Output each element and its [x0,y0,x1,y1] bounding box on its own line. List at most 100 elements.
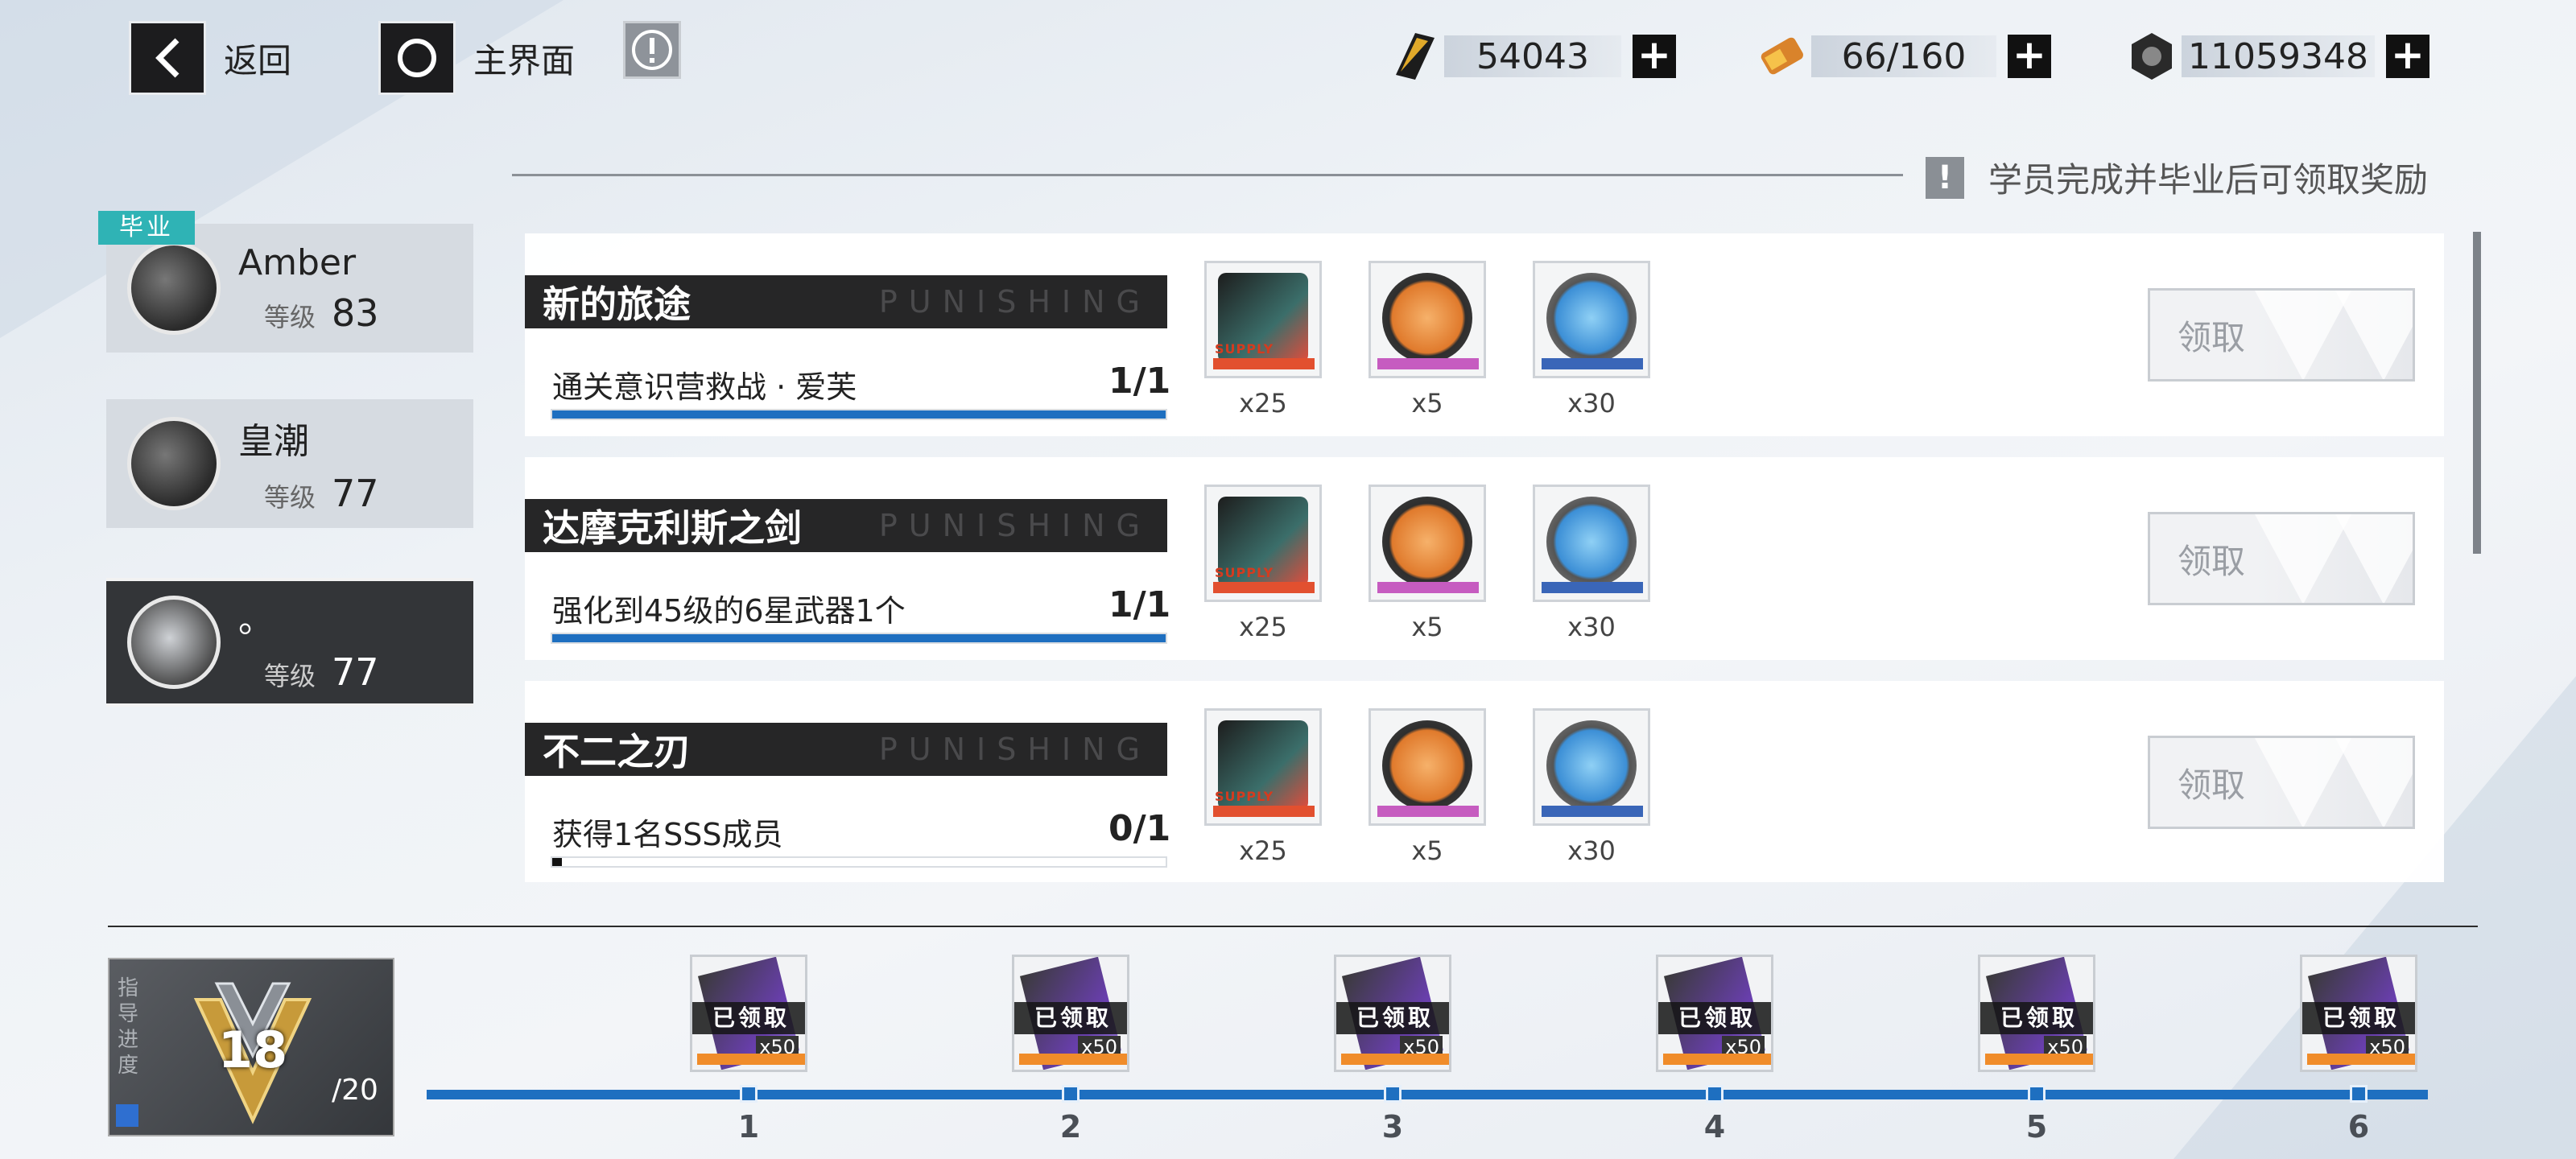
back-arrow-icon [129,21,206,95]
orange-coin-icon [1382,273,1472,363]
resource-value: 11059348 [2182,35,2375,77]
task-list[interactable]: 新的旅途 PUNISHING 通关意识营救战 · 爱芙 1/1 SUPPLY x… [525,233,2444,882]
avatar [127,417,221,510]
reward-item[interactable] [1368,261,1486,378]
claim-label: 领取 [2178,317,2246,357]
exclamation-icon [632,30,672,70]
task-title-bar: 不二之刃 PUNISHING [525,723,1167,776]
level-label: 等级 [264,482,316,513]
resource-stamina: 66/160 + [1752,26,2051,87]
blue-coin-icon [1546,273,1637,363]
info-button[interactable] [623,21,681,79]
member-name: Amber [238,241,357,283]
resource-coin: 11059348 + [2122,26,2429,87]
reward-qty: x5 [1411,835,1443,866]
member-item-selected[interactable]: 。 等级 77 [106,578,473,707]
task-watermark: PUNISHING [878,284,1151,320]
milestone-reward[interactable]: 已领取 x50 [1012,955,1129,1072]
add-black-card-button[interactable]: + [1633,35,1676,78]
home-label: 主界面 [473,40,576,80]
claimed-label: 已领取 [2302,1002,2415,1034]
reward-qty: x5 [1411,612,1443,642]
graduated-badge: 毕业 [98,211,195,245]
task-row: 新的旅途 PUNISHING 通关意识营救战 · 爱芙 1/1 SUPPLY x… [525,233,2444,436]
task-progress-fill [552,858,562,866]
reward-item[interactable] [1533,708,1650,826]
member-name: 皇潮 [238,421,309,462]
task-title: 不二之刃 [543,730,691,773]
reward-item[interactable]: SUPPLY [1204,485,1322,602]
level-label: 等级 [264,661,316,691]
task-row: 达摩克利斯之剑 PUNISHING 强化到45级的6星武器1个 1/1 SUPP… [525,457,2444,660]
blue-coin-icon [1546,720,1637,810]
reward-qty: x30 [1567,612,1616,642]
reward-qty: x25 [1239,388,1287,419]
milestone-reward[interactable]: 已领取 x50 [1978,955,2095,1072]
resource-value: 66/160 [1811,35,1996,77]
task-watermark: PUNISHING [878,508,1151,543]
milestone-node [1706,1085,1724,1103]
level-label: 等级 [264,301,316,332]
member-item[interactable]: 皇潮 等级 77 [106,399,473,528]
claim-button[interactable]: 领取 [2148,736,2415,829]
milestone-reward[interactable]: 已领取 x50 [1334,955,1451,1072]
task-progress: 0/1 [1108,808,1171,849]
level-value: 77 [332,650,379,694]
milestone-reward[interactable]: 已领取 x50 [690,955,807,1072]
home-button[interactable]: 主界面 [378,21,575,95]
milestone-node [740,1085,758,1103]
task-progress-fill [552,634,1166,642]
guide-total: /20 [332,1074,378,1107]
member-name: 。 [238,600,274,641]
avatar [127,241,221,335]
milestone-number: 5 [2025,1109,2048,1145]
level-value: 83 [332,291,379,335]
notice-text: 学员完成并毕业后可领取奖励 [1988,160,2429,200]
scrollbar[interactable] [2473,232,2481,554]
task-title-bar: 达摩克利斯之剑 PUNISHING [525,499,1167,552]
task-title-bar: 新的旅途 PUNISHING [525,275,1167,328]
reward-item[interactable] [1533,261,1650,378]
guide-label: 指导进度 [118,976,139,1078]
resource-black-card: 54043 + [1385,26,1676,87]
task-desc: 获得1名SSS成员 [552,817,783,852]
claim-button[interactable]: 领取 [2148,288,2415,382]
claim-label: 领取 [2178,765,2246,805]
coin-icon [2132,33,2172,80]
milestone-number: 6 [2347,1109,2370,1145]
task-progress: 1/1 [1108,361,1171,402]
back-label: 返回 [224,40,292,80]
milestone-node [1062,1085,1080,1103]
reward-qty: x25 [1239,612,1287,642]
home-circle-icon [378,21,456,95]
orange-coin-icon [1382,720,1472,810]
task-title: 新的旅途 [543,283,691,326]
milestone-reward[interactable]: 已领取 x50 [1656,955,1773,1072]
reward-item[interactable]: SUPPLY [1204,261,1322,378]
milestone-number: 1 [737,1109,760,1145]
warning-icon: ! [1926,156,1964,199]
claimed-label: 已领取 [1336,1002,1449,1034]
rank-mini-icon [116,1104,138,1127]
task-progress-fill [552,410,1166,419]
task-progress: 1/1 [1108,584,1171,625]
milestone-number: 2 [1059,1109,1082,1145]
claim-button[interactable]: 领取 [2148,512,2415,605]
task-progress-bar [551,856,1167,868]
add-stamina-button[interactable]: + [2008,35,2051,78]
task-desc: 通关意识营救战 · 爱芙 [552,369,857,405]
milestone-node [1384,1085,1402,1103]
milestone-number: 3 [1381,1109,1404,1145]
milestone-number: 4 [1703,1109,1726,1145]
back-button[interactable]: 返回 [129,21,291,95]
reward-item[interactable] [1368,708,1486,826]
reward-item[interactable]: SUPPLY [1204,708,1322,826]
milestone-reward[interactable]: 已领取 x50 [2300,955,2417,1072]
reward-item[interactable] [1533,485,1650,602]
divider [108,926,2478,927]
milestone-node [2028,1085,2046,1103]
add-coin-button[interactable]: + [2386,35,2429,78]
orange-coin-icon [1382,497,1472,587]
task-row: 不二之刃 PUNISHING 获得1名SSS成员 0/1 SUPPLY x25 … [525,681,2444,882]
reward-item[interactable] [1368,485,1486,602]
